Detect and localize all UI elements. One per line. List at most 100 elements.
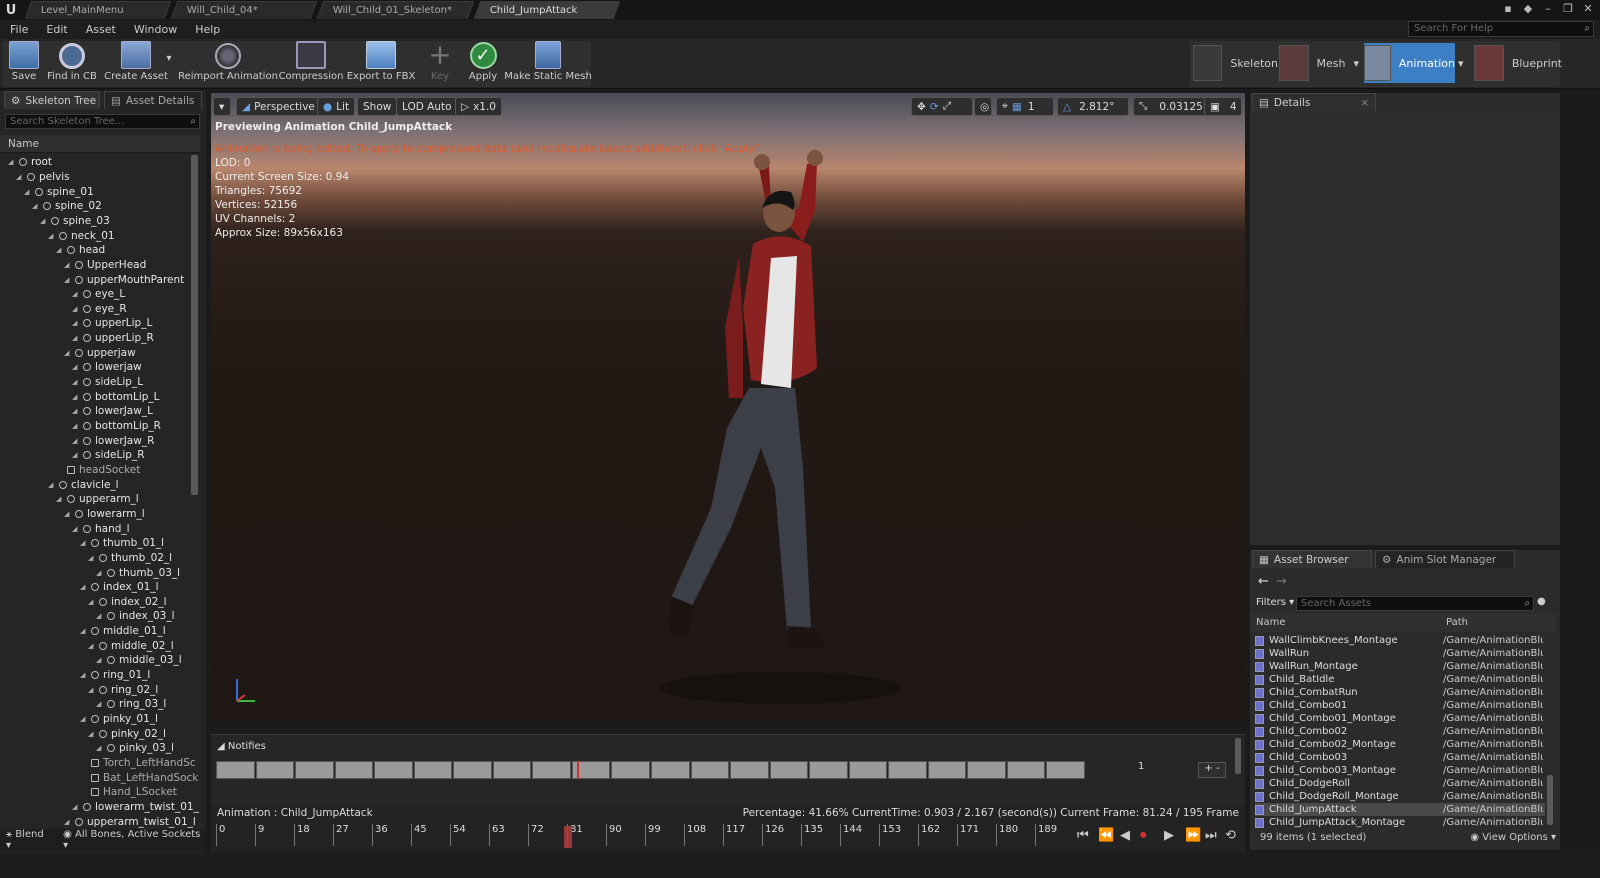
create-asset-button[interactable]: Create Asset [104,39,168,85]
document-tab[interactable]: Will_Child_04* [170,1,318,19]
notifies-scrollbar[interactable] [1235,738,1241,774]
notify-track-segment[interactable] [374,761,413,779]
asset-row[interactable]: WallClimbKnees_Montage/Game/AnimationBlu… [1255,634,1545,647]
notify-track-segment[interactable] [651,761,690,779]
show-button[interactable]: Show [357,97,398,116]
notify-track-segment[interactable] [216,761,255,779]
user-icon[interactable]: ● [1537,596,1551,611]
expand-arrow-icon[interactable]: ◢ [88,686,95,694]
bone-row[interactable]: ◢ lowerjaw [72,360,142,375]
asset-row[interactable]: WallRun_Montage/Game/AnimationBlue [1255,660,1545,673]
bone-row[interactable]: ◢ pinky_01_l [80,712,158,727]
mode-mesh[interactable]: Mesh ▾ [1279,43,1359,83]
create-asset-dropdown[interactable]: ▾ [164,39,174,85]
tab-anim-slot-manager[interactable]: ⚙ Anim Slot Manager [1375,550,1515,568]
add-remove-track-buttons[interactable]: + - [1198,762,1226,778]
expand-arrow-icon[interactable]: ◢ [80,627,87,635]
bone-row[interactable]: ◢ bottomLip_L [72,389,160,404]
asset-row[interactable]: Child_DodgeRoll_Montage/Game/AnimationBl… [1255,790,1545,803]
expand-arrow-icon[interactable]: ◢ [72,378,79,386]
notify-track-blocks[interactable] [216,761,1086,779]
notify-track-segment[interactable] [255,761,295,779]
forward-arrow-icon[interactable]: → [1276,574,1287,589]
record-button[interactable]: ⏺ [1140,828,1147,843]
step-forward-button[interactable]: ⏩ [1185,828,1201,843]
close-button[interactable]: ✕ [1580,2,1596,16]
expand-arrow-icon[interactable]: ◢ [88,554,95,562]
bone-row[interactable]: ◢ UpperHead [64,258,146,273]
notify-track-segment[interactable] [730,761,769,779]
make-static-mesh-button[interactable]: Make Static Mesh [504,39,592,85]
playback-speed-button[interactable]: ▷ x1.0 [455,97,502,116]
bone-row[interactable]: ◢ ring_03_l [96,697,166,712]
bone-row[interactable]: ◢ spine_03 [40,214,110,229]
menu-window[interactable]: Window [134,23,177,36]
menu-help[interactable]: Help [195,23,220,36]
bone-row[interactable]: ◢ lowerarm_twist_01_ [72,800,199,815]
notification-icon[interactable]: ▪ [1500,2,1516,16]
find-in-cb-button[interactable]: Find in CB [47,39,97,85]
expand-arrow-icon[interactable]: ◢ [88,598,95,606]
expand-arrow-icon[interactable]: ◢ [80,539,87,547]
expand-arrow-icon[interactable]: ◢ [72,451,79,459]
bone-row[interactable]: ◢ upperarm_twist_01_l [64,814,196,829]
bone-row[interactable]: ◢ spine_01 [24,184,94,199]
menu-file[interactable]: File [10,23,28,36]
bone-row[interactable]: ◢ thumb_02_l [88,551,172,566]
transform-tools[interactable]: ✥ ⟳ ⤢ [911,97,973,116]
expand-arrow-icon[interactable]: ◢ [72,305,79,313]
bone-row[interactable]: ◢ upperLip_R [72,331,154,346]
expand-arrow-icon[interactable]: ◢ [96,744,103,752]
tab-asset-browser[interactable]: ▦ Asset Browser [1252,550,1372,568]
document-tab[interactable]: Child_JumpAttack [473,1,621,19]
loop-button[interactable]: ⟲ [1225,828,1236,843]
column-header-name[interactable]: Name [0,135,200,153]
angle-snap-group[interactable]: △ 2.812° [1057,97,1129,116]
bone-row[interactable]: ◢ index_01_l [80,580,159,595]
expand-arrow-icon[interactable]: ◢ [96,656,103,664]
asset-row[interactable]: Child_Combo02_Montage/Game/AnimationBlue [1255,738,1545,751]
view-options-button[interactable]: ◉ View Options ▾ [1470,832,1556,843]
bone-row[interactable]: ◢ middle_02_l [88,638,174,653]
bone-row[interactable]: ◢ bottomLip_R [72,419,161,434]
skip-to-end-button[interactable]: ⏭ [1205,828,1217,843]
expand-arrow-icon[interactable]: ◢ [72,393,79,401]
source-control-icon[interactable]: ◆ [1520,2,1536,16]
expand-arrow-icon[interactable]: ◢ [72,334,79,342]
expand-arrow-icon[interactable]: ◢ [72,437,79,445]
apply-button[interactable]: ✓ Apply [466,39,500,85]
coordinate-space-button[interactable]: ◎ [974,97,992,116]
reimport-animation-button[interactable]: Reimport Animation [178,39,278,85]
expand-arrow-icon[interactable]: ◢ [88,730,95,738]
expand-arrow-icon[interactable]: ◢ [72,525,79,533]
notify-track-segment[interactable] [967,761,1006,779]
expand-arrow-icon[interactable]: ◢ [64,818,71,826]
expand-arrow-icon[interactable]: ◢ [80,671,87,679]
minimize-button[interactable]: – [1540,2,1556,16]
asset-row[interactable]: Child_Combo03_Montage/Game/AnimationBlue [1255,764,1545,777]
bone-row[interactable]: ◢ index_03_l [96,609,175,624]
expand-arrow-icon[interactable]: ◢ [24,188,31,196]
expand-arrow-icon[interactable]: ◢ [48,481,55,489]
expand-arrow-icon[interactable]: ◢ [72,319,79,327]
blend-profile-dropdown[interactable]: ⚹ Blend ▾ [6,829,51,851]
play-button[interactable]: ▶ [1164,828,1174,843]
skeleton-search-input[interactable]: Search Skeleton Tree... ⌕ [5,114,200,129]
notify-track-segment[interactable] [690,761,730,779]
socket-row[interactable]: headSocket [56,463,140,478]
perspective-button[interactable]: ◢ Perspective [236,97,321,116]
expand-arrow-icon[interactable]: ◢ [32,202,39,210]
asset-list-scrollbar[interactable] [1547,775,1553,825]
asset-row[interactable]: Child_JumpAttack_Montage/Game/AnimationB… [1255,816,1545,829]
bone-row[interactable]: ◢ thumb_01_l [80,536,164,551]
compression-button[interactable]: Compression [279,39,343,85]
expand-arrow-icon[interactable]: ◢ [64,261,71,269]
skip-to-start-button[interactable]: ⏮ [1077,828,1089,843]
save-button[interactable]: Save [6,39,42,85]
bone-row[interactable]: ◢ pelvis [16,170,70,185]
bone-row[interactable]: ◢ sideLip_L [72,375,143,390]
bone-row[interactable]: ◢ upperMouthParent [64,272,184,287]
bone-filter-dropdown[interactable]: ◉ All Bones, Active Sockets ▾ [63,829,206,851]
mode-skeleton[interactable]: Skeleton [1193,43,1278,83]
expand-arrow-icon[interactable]: ◢ [64,510,71,518]
